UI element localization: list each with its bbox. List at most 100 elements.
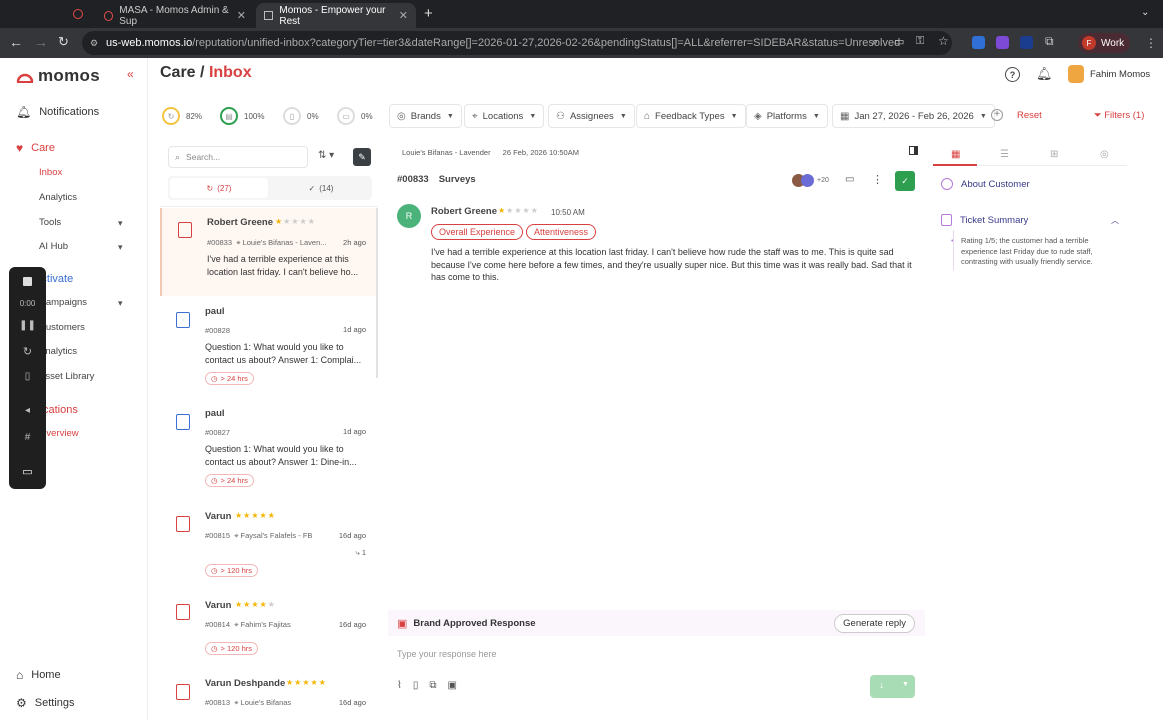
profile-button[interactable]: F Work [1078, 33, 1130, 53]
browser-tab-masa[interactable]: MASA - Momos Admin & Sup ✕ [96, 3, 254, 28]
trash-icon[interactable]: ▯ [9, 371, 46, 382]
nav-care-tools[interactable]: Tools [39, 217, 61, 228]
reset-button[interactable]: Reset [1017, 110, 1042, 121]
search-input[interactable]: ⌕ Search... [168, 146, 308, 168]
filter-brands[interactable]: ◎ Brands ▼ [389, 104, 462, 128]
assignee-avatars[interactable]: +20 [792, 173, 829, 187]
image-icon[interactable]: ▣ [448, 680, 457, 691]
nav-activate-campaigns[interactable]: Campaigns [39, 297, 87, 308]
tag-overall-experience[interactable]: Overall Experience [431, 224, 524, 240]
tab-list-icon[interactable]: ☰ [1000, 149, 1009, 160]
ticket-item[interactable]: paul #00827 1d ago Question 1: What woul… [160, 400, 378, 500]
filter-locations[interactable]: ⌖ Locations ▼ [464, 104, 545, 128]
sla-badge: ◷ > 120 hrs [205, 642, 259, 655]
panel-toggle-icon[interactable] [909, 146, 918, 155]
stop-icon[interactable] [9, 277, 46, 288]
bookmark-star-icon[interactable]: ☆ [938, 34, 949, 48]
nav-care[interactable]: ♥︎ Care [16, 141, 55, 155]
stat-resolved[interactable]: ▤ 100% [220, 107, 264, 125]
password-icon[interactable]: ⚿ [916, 35, 924, 48]
more-options-icon[interactable]: ⋮ [872, 173, 883, 186]
chevron-up-icon[interactable]: ︿ [1111, 215, 1119, 226]
chevron-down-icon[interactable]: ▾ [118, 218, 123, 229]
browser-menu-icon[interactable]: ⋮ [1145, 36, 1157, 50]
tab-unresolved[interactable]: ↻ (27) [170, 178, 268, 198]
list-scrollbar[interactable] [376, 208, 378, 378]
chevron-down-icon[interactable]: ▾ [118, 298, 123, 309]
filters-button[interactable]: ⏷ Filters (1) [1094, 110, 1144, 121]
close-tab-icon[interactable]: ✕ [399, 9, 408, 22]
filter-date-range[interactable]: ▦ Jan 27, 2026 - Feb 26, 2026 ▼ [832, 104, 995, 128]
ticket-item[interactable]: Varun ★★★★★ #00814 ⌖ Fahim's Fajitas 16d… [160, 590, 378, 666]
filter-assignees[interactable]: ⚇ Assignees ▼ [548, 104, 635, 128]
ticket-item[interactable]: Varun Deshpande ★★★★★ #00813 ⌖ Louie's B… [160, 668, 378, 720]
stat-response-rate[interactable]: ↻ 82% [162, 107, 202, 125]
message-time: 10:50 AM [551, 208, 585, 217]
browser-tab-momos[interactable]: Momos - Empower your Rest ✕ [256, 3, 416, 28]
nav-notifications[interactable]: 🔔︎ Notifications [16, 105, 99, 119]
tag-attentiveness[interactable]: Attentiveness [526, 224, 597, 240]
forward-icon[interactable]: → [34, 34, 48, 50]
extensions-puzzle-icon[interactable]: ⧉ [1045, 34, 1054, 49]
filter-platforms[interactable]: ◈ Platforms ▼ [746, 104, 828, 128]
extension-icon[interactable] [972, 36, 985, 49]
reload-icon[interactable]: ↻ [58, 34, 69, 50]
add-filter-icon[interactable]: + [991, 109, 1003, 121]
zoom-icon[interactable]: ⌕ [872, 36, 878, 49]
collapse-sidebar-icon[interactable]: « [127, 67, 134, 81]
user-name[interactable]: Fahim Momos [1090, 69, 1150, 80]
nav-settings[interactable]: ⚙ Settings [16, 696, 75, 710]
user-avatar[interactable] [1068, 65, 1084, 83]
back-icon[interactable]: ← [9, 34, 23, 50]
resolve-button[interactable]: ✓ [895, 171, 915, 191]
filter-feedback-types[interactable]: ⌂ Feedback Types ▼ [636, 104, 746, 128]
nav-care-ai-hub[interactable]: AI Hub [39, 241, 68, 252]
compose-button[interactable]: ✎ [353, 148, 371, 166]
pause-icon[interactable]: ❚❚ [9, 320, 46, 331]
stat-comments[interactable]: ▭ 0% [337, 107, 373, 125]
nav-care-analytics[interactable]: Analytics [39, 192, 77, 203]
close-tab-icon[interactable]: ✕ [237, 9, 246, 22]
tab-search-icon[interactable]: ⌄ [1141, 7, 1149, 18]
comment-icon[interactable]: ▭ [845, 174, 854, 185]
ticket-item[interactable]: Robert Greene ★★★★★ #00833 ⌖ Louie's Bif… [160, 208, 378, 296]
notification-bell-icon[interactable]: 🔔︎ [1036, 66, 1053, 82]
ticket-item[interactable]: paul #00828 1d ago Question 1: What woul… [160, 298, 378, 398]
bell-icon: 🔔︎ [16, 105, 32, 119]
camera-icon[interactable]: ▭ [9, 465, 46, 478]
new-tab-icon[interactable]: + [424, 5, 433, 22]
tab-customer-icon[interactable]: ▦ [951, 149, 960, 160]
cast-icon[interactable]: ▭ [894, 35, 904, 48]
nav-care-inbox[interactable]: Inbox [39, 167, 62, 178]
translate-icon[interactable]: ⧉ [429, 680, 436, 691]
momos-logo[interactable]: momos [16, 66, 100, 86]
grid-icon[interactable]: # [9, 432, 46, 443]
extension-icon[interactable] [996, 36, 1009, 49]
generate-reply-button[interactable]: Generate reply [834, 614, 915, 633]
sort-icon[interactable]: ⇅ ▾ [318, 150, 334, 161]
nav-activate-asset-library[interactable]: Asset Library [39, 371, 94, 382]
breadcrumb-care[interactable]: Care [160, 64, 196, 81]
tab-grid-icon[interactable]: ⊞ [1050, 149, 1058, 160]
restart-icon[interactable]: ↻ [9, 345, 46, 358]
book-icon[interactable]: ▯ [413, 680, 419, 691]
help-icon[interactable]: ? [1005, 67, 1020, 82]
tab-settings-icon[interactable]: ◎ [1100, 149, 1109, 160]
ticket-id: #00813 [205, 698, 231, 707]
send-options-icon[interactable]: ▼ [902, 681, 909, 688]
site-info-icon[interactable]: ⚙ [90, 38, 98, 49]
reply-input[interactable]: Type your response here [397, 649, 497, 659]
nav-home[interactable]: ⌂ Home [16, 668, 61, 682]
chevron-down-icon[interactable]: ▾ [118, 242, 123, 253]
attach-icon[interactable]: ⌇ [397, 680, 402, 691]
tab-resolved[interactable]: ✓ (14) [272, 178, 370, 198]
conversation-location: Louie's Bifanas - Lavender [402, 148, 491, 157]
extension-icon[interactable] [1020, 36, 1033, 49]
stat-pending[interactable]: ▯ 0% [283, 107, 319, 125]
ticket-summary-section[interactable]: Ticket Summary ︿ [941, 214, 1119, 226]
ticket-item[interactable]: Varun ★★★★★ #00815 ⌖ Faysal's Falafels -… [160, 502, 378, 588]
sound-icon[interactable]: ◂ [9, 405, 46, 416]
send-button[interactable]: ↓ ▼ [870, 675, 915, 698]
url-field[interactable]: ⚙ us-web.momos.io/reputation/unified-inb… [82, 31, 952, 55]
about-customer-section[interactable]: About Customer [941, 178, 1030, 190]
